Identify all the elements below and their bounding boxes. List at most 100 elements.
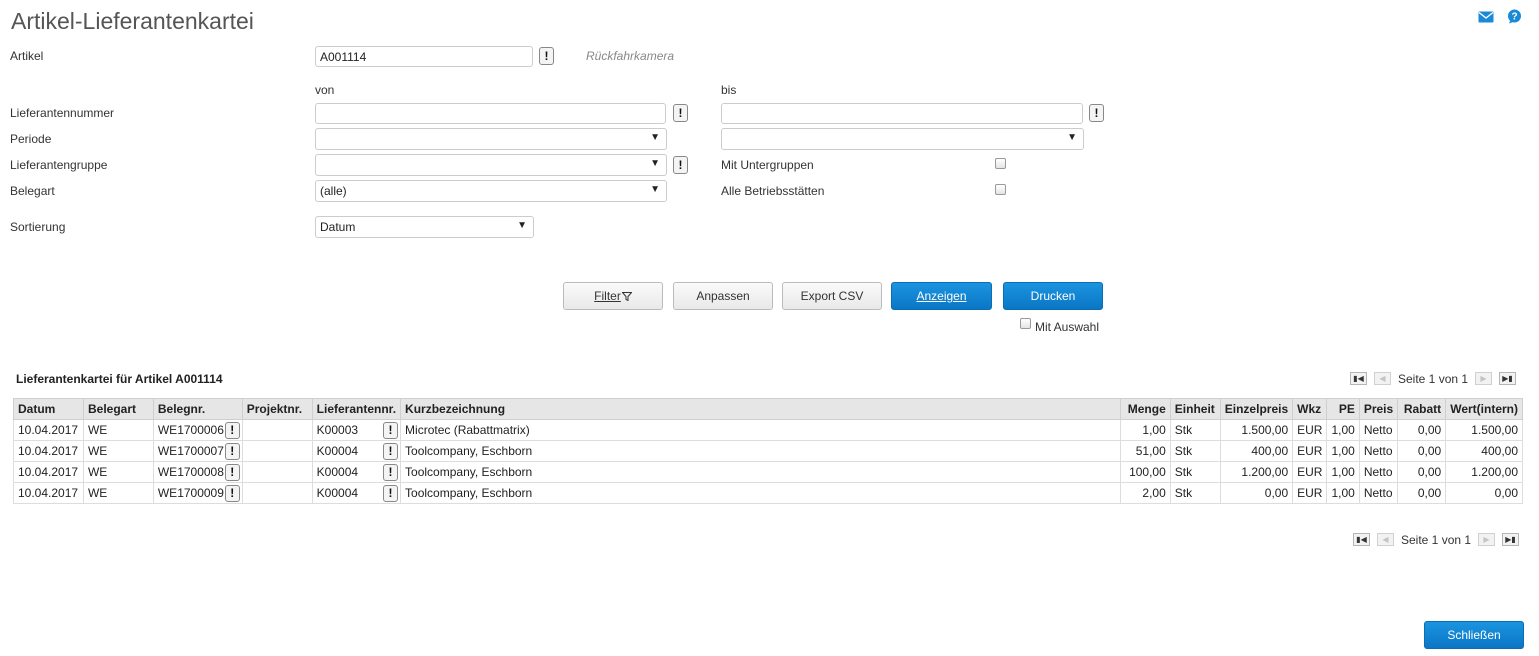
chevron-down-icon: ▼	[650, 132, 660, 143]
cell-preis: Netto	[1358, 419, 1399, 441]
first-page-icon[interactable]: ▮◀	[1353, 533, 1370, 546]
cell-preis: Netto	[1358, 482, 1399, 504]
table-row[interactable]: 10.04.2017 WE WE1700008! K00004! Toolcom…	[13, 461, 1523, 483]
drucken-button[interactable]: Drucken	[1003, 282, 1103, 310]
lieferantennummer-von-lookup-button[interactable]: !	[673, 104, 688, 122]
alle-betriebsstaetten-checkbox[interactable]	[995, 184, 1006, 195]
column-header[interactable]: Einzelpreis	[1219, 398, 1294, 420]
cell-projektnr	[241, 440, 313, 462]
cell-wert: 1.500,00	[1445, 419, 1523, 441]
lieferantennummer-bis-input[interactable]	[721, 103, 1083, 124]
mit-untergruppen-label: Mit Untergruppen	[721, 158, 814, 172]
lieferantennr-value: K00004	[316, 464, 359, 479]
column-header[interactable]: Lieferantennr.	[311, 398, 402, 420]
column-header[interactable]: Kurzbezeichnung	[400, 398, 1121, 420]
next-page-icon[interactable]: ▶	[1478, 533, 1495, 546]
lieferantenkartei-table: Datum Belegart Belegnr. Projektnr. Liefe…	[13, 398, 1523, 504]
lieferantengruppe-select[interactable]: ▼	[315, 154, 667, 176]
help-icon[interactable]: ?	[1507, 9, 1522, 24]
cell-rabatt: 0,00	[1397, 482, 1447, 504]
lieferantennummer-label: Lieferantennummer	[10, 106, 115, 120]
cell-einheit: Stk	[1169, 482, 1221, 504]
cell-lieferantennr: K00004!	[311, 482, 402, 504]
column-header[interactable]: Wkz	[1292, 398, 1328, 420]
column-header[interactable]: Datum	[13, 398, 84, 420]
cell-belegart: WE	[82, 461, 154, 483]
cell-belegart: WE	[82, 482, 154, 504]
column-header[interactable]: Projektnr.	[241, 398, 313, 420]
filter-button[interactable]: Filter	[563, 282, 663, 310]
column-header[interactable]: Einheit	[1169, 398, 1221, 420]
export-csv-button[interactable]: Export CSV	[782, 282, 882, 310]
chevron-down-icon: ▼	[650, 158, 660, 169]
mail-icon[interactable]	[1478, 10, 1494, 24]
prev-page-icon[interactable]: ◀	[1374, 372, 1391, 385]
cell-menge: 100,00	[1119, 461, 1171, 483]
cell-menge: 2,00	[1119, 482, 1171, 504]
cell-wkz: EUR	[1292, 419, 1328, 441]
sortierung-select[interactable]: Datum ▼	[315, 216, 534, 238]
periode-von-select[interactable]: ▼	[315, 128, 667, 150]
prev-page-icon[interactable]: ◀	[1377, 533, 1394, 546]
column-header[interactable]: Preis	[1358, 398, 1399, 420]
artikel-lookup-button[interactable]: !	[539, 47, 554, 65]
belegnr-lookup-button[interactable]: !	[224, 421, 240, 439]
lieferantennr-lookup-button[interactable]: !	[383, 484, 399, 502]
column-header[interactable]: Belegart	[82, 398, 154, 420]
filter-button-label: Filter	[594, 289, 621, 303]
belegart-select[interactable]: (alle) ▼	[315, 180, 667, 202]
lieferantennr-value: K00003	[316, 422, 359, 437]
table-row[interactable]: 10.04.2017 WE WE1700007! K00004! Toolcom…	[13, 440, 1523, 462]
lieferantennr-lookup-button[interactable]: !	[383, 442, 399, 460]
mit-auswahl-checkbox[interactable]	[1020, 318, 1031, 329]
next-page-icon[interactable]: ▶	[1475, 372, 1492, 385]
cell-datum: 10.04.2017	[13, 419, 84, 441]
belegnr-lookup-button[interactable]: !	[224, 463, 240, 481]
cell-rabatt: 0,00	[1397, 419, 1447, 441]
bis-label: bis	[721, 83, 737, 97]
belegnr-lookup-button[interactable]: !	[224, 442, 240, 460]
schliessen-button[interactable]: Schließen	[1424, 621, 1524, 649]
chevron-down-icon: ▼	[517, 220, 527, 231]
periode-bis-select[interactable]: ▼	[721, 128, 1084, 150]
artikel-input[interactable]: A001114	[315, 46, 533, 67]
lieferantennummer-bis-lookup-button[interactable]: !	[1089, 104, 1104, 122]
anzeigen-button[interactable]: Anzeigen	[891, 282, 992, 310]
cell-pe: 1,00	[1326, 419, 1360, 441]
column-header[interactable]: Rabatt	[1397, 398, 1447, 420]
table-header-row: Datum Belegart Belegnr. Projektnr. Liefe…	[13, 398, 1523, 420]
svg-text:?: ?	[1511, 12, 1517, 23]
cell-wkz: EUR	[1292, 440, 1328, 462]
column-header[interactable]: Menge	[1119, 398, 1171, 420]
last-page-icon[interactable]: ▶▮	[1502, 533, 1519, 546]
cell-datum: 10.04.2017	[13, 482, 84, 504]
lieferantennr-lookup-button[interactable]: !	[383, 463, 399, 481]
cell-lieferantennr: K00003!	[311, 419, 402, 441]
table-row[interactable]: 10.04.2017 WE WE1700006! K00003! Microte…	[13, 419, 1523, 441]
column-header[interactable]: Belegnr.	[152, 398, 243, 420]
last-page-icon[interactable]: ▶▮	[1499, 372, 1516, 385]
cell-datum: 10.04.2017	[13, 440, 84, 462]
cell-rabatt: 0,00	[1397, 461, 1447, 483]
pager-text-top: Seite 1 von 1	[1398, 372, 1469, 386]
first-page-icon[interactable]: ▮◀	[1350, 372, 1367, 385]
page-title: Artikel-Lieferantenkartei	[11, 8, 254, 34]
cell-wert: 1.200,00	[1445, 461, 1523, 483]
column-header[interactable]: Wert(intern)	[1445, 398, 1523, 420]
belegnr-value: WE1700009	[157, 485, 224, 500]
belegnr-value: WE1700007	[157, 443, 224, 458]
cell-kurzbezeichnung: Toolcompany, Eschborn	[400, 461, 1121, 483]
column-header[interactable]: PE	[1326, 398, 1360, 420]
cell-menge: 1,00	[1119, 419, 1171, 441]
cell-belegart: WE	[82, 440, 154, 462]
table-row[interactable]: 10.04.2017 WE WE1700009! K00004! Toolcom…	[13, 482, 1523, 504]
belegnr-lookup-button[interactable]: !	[224, 484, 240, 502]
lieferantennummer-von-input[interactable]	[315, 103, 666, 124]
lieferantennr-lookup-button[interactable]: !	[383, 421, 399, 439]
von-label: von	[315, 83, 335, 97]
lieferantengruppe-lookup-button[interactable]: !	[673, 156, 688, 174]
lieferantengruppe-label: Lieferantengruppe	[10, 158, 108, 172]
mit-untergruppen-checkbox[interactable]	[995, 158, 1006, 169]
cell-wert: 400,00	[1445, 440, 1523, 462]
anpassen-button[interactable]: Anpassen	[673, 282, 773, 310]
